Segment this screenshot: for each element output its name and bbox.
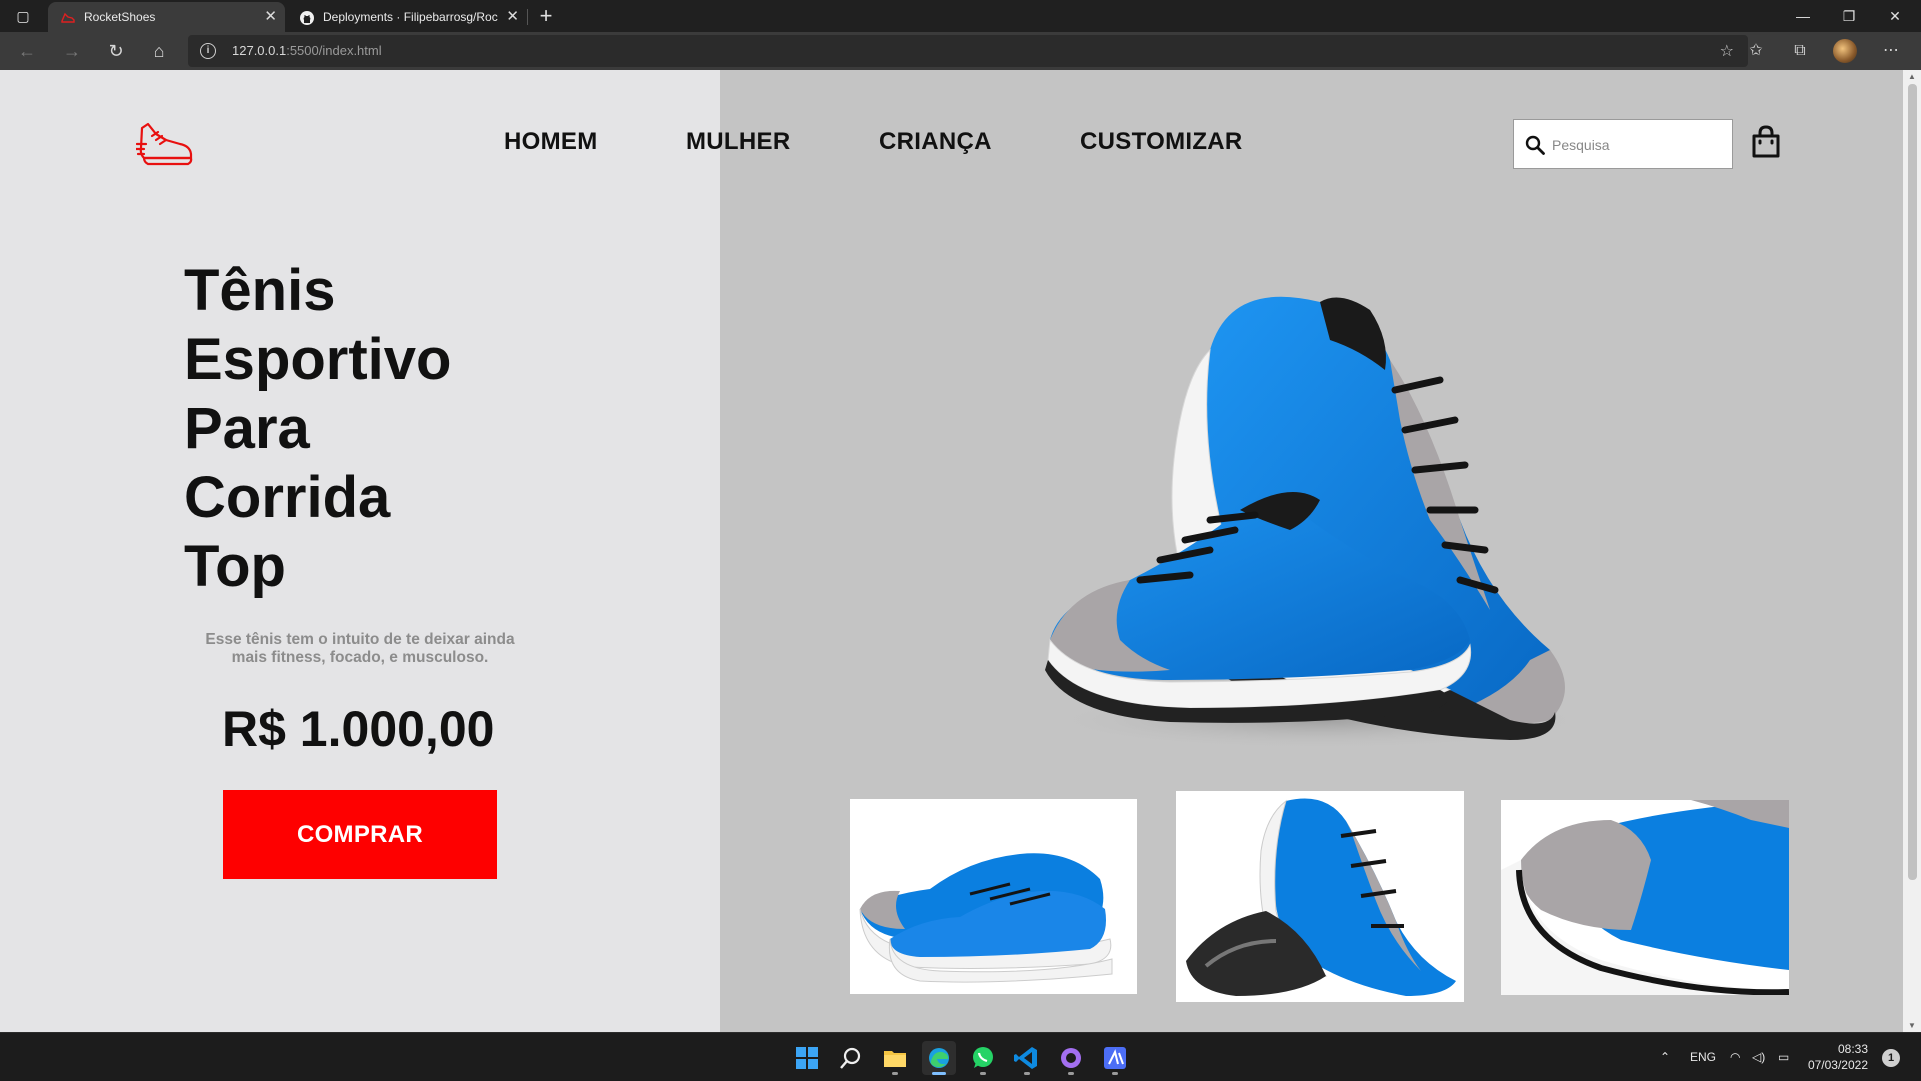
page-scrollbar[interactable]: ▲ ▼: [1903, 70, 1921, 1032]
whatsapp-icon[interactable]: [966, 1041, 1000, 1075]
close-window-icon[interactable]: ✕: [1872, 0, 1918, 32]
github-icon: [300, 11, 314, 25]
thumbnail-2[interactable]: [1176, 791, 1464, 1002]
home-icon[interactable]: ⌂: [145, 37, 173, 65]
tab-deployments[interactable]: Deployments · Filipebarrosg/Roc ✕: [287, 2, 527, 32]
close-tab-icon[interactable]: ✕: [264, 2, 277, 32]
scroll-down-icon[interactable]: ▼: [1908, 1021, 1916, 1030]
nav-customizar[interactable]: CUSTOMIZAR: [1080, 128, 1243, 158]
profile-avatar[interactable]: [1833, 39, 1857, 63]
close-tab-icon[interactable]: ✕: [506, 2, 519, 32]
github-desktop-icon[interactable]: [1054, 1041, 1088, 1075]
favorites-icon[interactable]: ✩: [1742, 37, 1770, 65]
edge-logo-icon: [929, 1048, 949, 1068]
thumbnail-1[interactable]: [850, 799, 1137, 994]
product-description: Esse tênis tem o intuito de te deixar ai…: [205, 631, 515, 666]
new-tab-icon[interactable]: +: [532, 2, 560, 30]
thumbnail-3[interactable]: [1501, 800, 1789, 995]
folder-icon: [884, 1051, 906, 1067]
volume-icon[interactable]: ◁): [1752, 1033, 1765, 1081]
notification-badge[interactable]: 1: [1882, 1049, 1900, 1067]
tab-title: RocketShoes: [84, 10, 156, 24]
buy-button[interactable]: COMPRAR: [223, 790, 497, 879]
active-indicator: [932, 1072, 946, 1075]
add-favorite-icon[interactable]: ☆: [1720, 41, 1734, 61]
running-indicator: [892, 1072, 898, 1075]
nav-homem[interactable]: HOMEM: [504, 128, 598, 158]
settings-more-icon[interactable]: ⋯: [1877, 37, 1905, 65]
vscode-icon[interactable]: [1010, 1041, 1044, 1075]
app-launcher-icon[interactable]: [1098, 1041, 1132, 1075]
running-indicator: [980, 1072, 986, 1075]
wifi-icon[interactable]: ◠: [1730, 1033, 1740, 1081]
search-icon: [1525, 135, 1545, 155]
restore-icon[interactable]: ❐: [1826, 0, 1872, 32]
scrollbar-thumb[interactable]: [1908, 84, 1917, 880]
shopping-bag-icon[interactable]: [1751, 125, 1781, 159]
start-icon[interactable]: [790, 1041, 824, 1075]
windows-taskbar: ⌃ ENG ◠ ◁) ▭ 08:33 07/03/2022 1: [0, 1032, 1921, 1081]
url-text[interactable]: 127.0.0.1:5500/index.html: [232, 35, 382, 67]
system-clock[interactable]: 08:33 07/03/2022: [1806, 1041, 1868, 1073]
clock-time: 08:33: [1837, 1042, 1868, 1056]
title-line: Top: [184, 534, 286, 599]
page-viewport: HOMEM MULHER CRIANÇA CUSTOMIZAR Tênis Es…: [0, 70, 1921, 1032]
title-line: Esportivo: [184, 327, 452, 392]
title-line: Tênis: [184, 258, 336, 323]
clock-date: 07/03/2022: [1807, 1058, 1868, 1072]
running-indicator: [1112, 1072, 1118, 1075]
reload-icon[interactable]: ↻: [102, 37, 130, 65]
shoe-closeup-thumbnail: [1501, 800, 1789, 995]
tab-rocketshoes[interactable]: RocketShoes ✕: [48, 2, 285, 32]
github-desktop-logo-icon: [1061, 1048, 1081, 1068]
address-bar[interactable]: i 127.0.0.1:5500/index.html ☆: [188, 35, 1748, 67]
forward-icon[interactable]: →: [58, 37, 86, 65]
nav-crianca[interactable]: CRIANÇA: [879, 128, 992, 158]
scroll-up-icon[interactable]: ▲: [1908, 72, 1916, 81]
blue-app-logo-icon: [1104, 1047, 1126, 1069]
search-input[interactable]: [1552, 130, 1722, 160]
browser-toolbar: ← → ↻ ⌂ i 127.0.0.1:5500/index.html ☆ ✩ …: [0, 32, 1921, 70]
windows-logo-icon: [796, 1047, 818, 1069]
edge-icon[interactable]: [922, 1041, 956, 1075]
title-line: Corrida: [184, 465, 391, 530]
search-taskbar-icon[interactable]: [834, 1041, 868, 1075]
site-info-icon[interactable]: i: [200, 43, 216, 59]
shoe-pair-upright-thumbnail: [1186, 798, 1456, 996]
title-line: Para: [184, 396, 310, 461]
file-explorer-icon[interactable]: [878, 1041, 912, 1075]
product-title: Tênis Esportivo Para Corrida Top: [184, 256, 604, 601]
magnifier-icon: [840, 1047, 861, 1069]
tab-separator: [527, 9, 528, 25]
search-box: [1513, 119, 1733, 169]
screen: ▢ RocketShoes ✕ Deployments · Filipebarr…: [0, 0, 1921, 1081]
running-indicator: [1068, 1072, 1074, 1075]
collections-icon[interactable]: ⧉: [1786, 37, 1814, 65]
show-hidden-icons-icon[interactable]: ⌃: [1660, 1033, 1670, 1081]
whatsapp-logo-icon: [973, 1047, 993, 1068]
nav-mulher[interactable]: MULHER: [686, 128, 790, 158]
tab-actions-icon[interactable]: ▢: [10, 6, 36, 26]
running-indicator: [1024, 1072, 1030, 1075]
product-price: R$ 1.000,00: [222, 701, 495, 757]
battery-icon[interactable]: ▭: [1778, 1033, 1789, 1081]
hero-shoe-image: [1040, 296, 1600, 750]
language-indicator[interactable]: ENG: [1690, 1033, 1716, 1081]
back-icon[interactable]: ←: [13, 37, 41, 65]
browser-tab-strip: ▢ RocketShoes ✕ Deployments · Filipebarr…: [0, 0, 1921, 32]
shoe-favicon-icon: [61, 12, 75, 23]
minimize-icon[interactable]: —: [1780, 0, 1826, 32]
rocketshoes-logo-icon[interactable]: [136, 122, 194, 166]
shoe-pair-side-thumbnail: [859, 853, 1113, 983]
vscode-logo-icon: [1014, 1047, 1037, 1069]
tab-title: Deployments · Filipebarrosg/Roc: [323, 10, 498, 24]
